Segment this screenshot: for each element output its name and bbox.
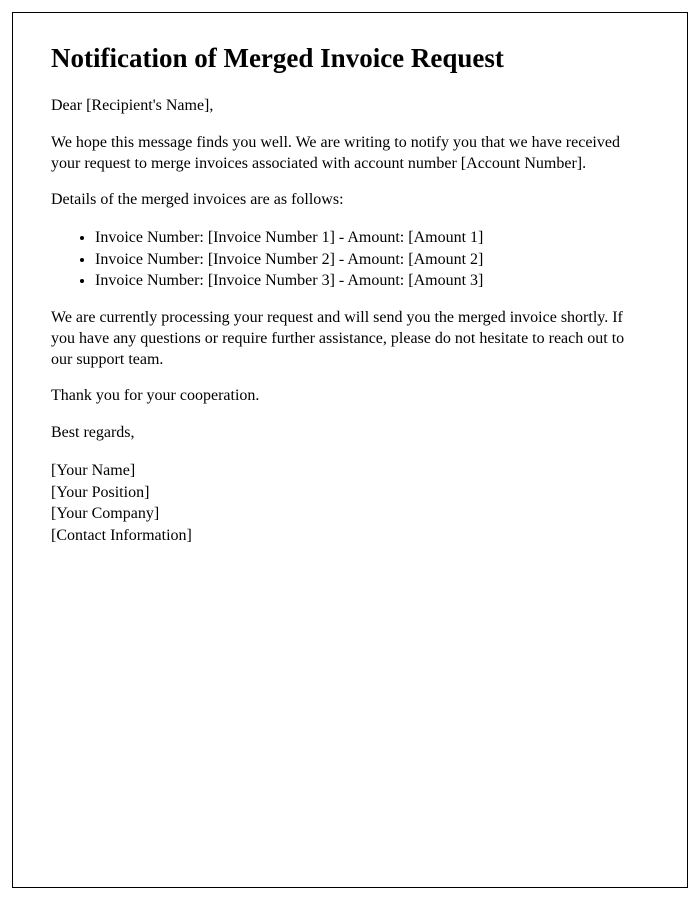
greeting-text: Dear [Recipient's Name],: [51, 96, 649, 117]
invoice-list: Invoice Number: [Invoice Number 1] - Amo…: [95, 227, 649, 292]
list-item: Invoice Number: [Invoice Number 2] - Amo…: [95, 249, 649, 271]
signature-name: [Your Name]: [51, 460, 649, 482]
processing-paragraph: We are currently processing your request…: [51, 308, 649, 370]
signature-position: [Your Position]: [51, 482, 649, 504]
intro-paragraph: We hope this message finds you well. We …: [51, 133, 649, 175]
signature-block: [Your Name] [Your Position] [Your Compan…: [51, 460, 649, 546]
list-item: Invoice Number: [Invoice Number 1] - Amo…: [95, 227, 649, 249]
document-title: Notification of Merged Invoice Request: [51, 43, 649, 74]
closing-text: Best regards,: [51, 423, 649, 444]
document-container: Notification of Merged Invoice Request D…: [12, 12, 688, 888]
signature-contact: [Contact Information]: [51, 525, 649, 547]
list-item: Invoice Number: [Invoice Number 3] - Amo…: [95, 270, 649, 292]
details-label: Details of the merged invoices are as fo…: [51, 190, 649, 211]
signature-company: [Your Company]: [51, 503, 649, 525]
thanks-paragraph: Thank you for your cooperation.: [51, 386, 649, 407]
